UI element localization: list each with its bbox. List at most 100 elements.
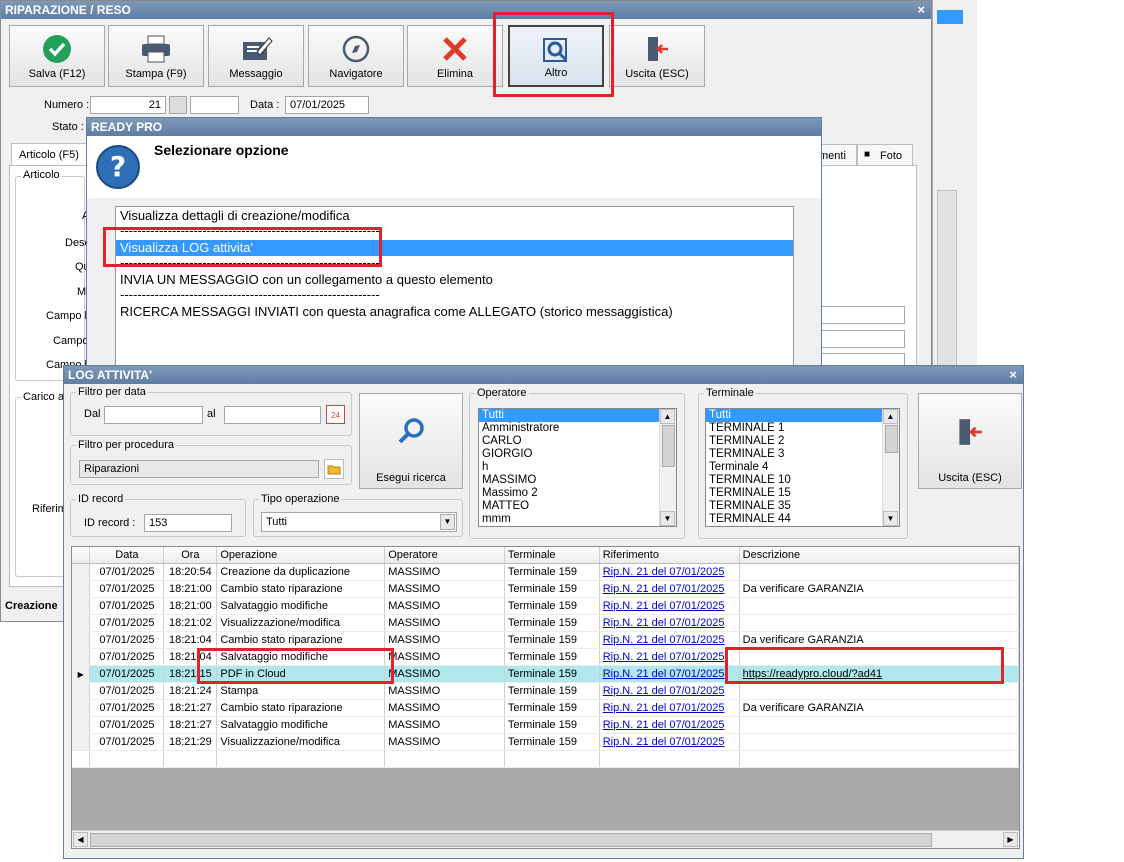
cell-riferimento[interactable]: Rip.N. 21 del 07/01/2025 — [599, 631, 740, 649]
cell-riferimento[interactable]: Rip.N. 21 del 07/01/2025 — [599, 699, 740, 717]
operator-item[interactable]: GIORGIO — [479, 448, 676, 461]
scroll-left-icon[interactable]: ◀ — [73, 832, 88, 847]
row-indicator[interactable] — [72, 716, 91, 734]
tab-foto[interactable]: ■ Foto — [857, 144, 913, 167]
table-row[interactable]: 07/01/2025 18:21:04 Cambio stato riparazio… — [72, 631, 1019, 649]
scroll-up-icon[interactable]: ▲ — [883, 409, 898, 424]
operator-item[interactable]: CARLO — [479, 435, 676, 448]
cell-riferimento[interactable]: Rip.N. 21 del 07/01/2025 — [599, 733, 740, 751]
procedure-field[interactable]: Riparazioni — [79, 460, 319, 478]
operator-item[interactable]: mmm — [479, 513, 676, 526]
table-row[interactable]: 07/01/2025 18:21:29 Visualizzazione/modifi… — [72, 733, 1019, 751]
column-header-terminale[interactable]: Terminale — [504, 547, 600, 564]
terminal-item[interactable]: Terminale 4 — [706, 461, 899, 474]
row-indicator[interactable] — [72, 699, 91, 717]
cell-riferimento[interactable]: Rip.N. 21 del 07/01/2025 — [599, 716, 740, 734]
data-field[interactable]: 07/01/2025 — [285, 96, 369, 114]
scroll-up-icon[interactable]: ▲ — [660, 409, 675, 424]
operator-item[interactable]: Amministratore — [479, 422, 676, 435]
terminal-item[interactable]: TERMINALE 44 — [706, 513, 899, 526]
calendar-icon[interactable]: 24 — [326, 405, 345, 424]
terminal-item[interactable]: TERMINALE 2 — [706, 435, 899, 448]
print-button[interactable]: Stampa (F9) — [108, 25, 204, 87]
navigator-button[interactable]: Navigatore — [308, 25, 404, 87]
cell-riferimento[interactable]: Rip.N. 21 del 07/01/2025 — [599, 665, 740, 683]
terminal-scrollbar[interactable]: ▲ ▼ — [882, 409, 899, 526]
operator-item[interactable]: MATTEO — [479, 500, 676, 513]
operator-scrollbar[interactable]: ▲ ▼ — [659, 409, 676, 526]
table-row[interactable]: 07/01/2025 18:20:54 Creazione da duplicazi… — [72, 563, 1019, 581]
terminal-item[interactable]: TERMINALE 3 — [706, 448, 899, 461]
campo-field-2[interactable] — [819, 330, 905, 348]
cell-riferimento[interactable]: Rip.N. 21 del 07/01/2025 — [599, 648, 740, 666]
close-icon[interactable]: × — [1009, 366, 1017, 384]
operator-item[interactable]: h — [479, 461, 676, 474]
close-icon[interactable]: × — [917, 1, 925, 19]
folder-icon[interactable] — [324, 459, 344, 479]
terminal-item[interactable]: TERMINALE 1 — [706, 422, 899, 435]
horizontal-scrollbar[interactable]: ◀ ▶ — [72, 830, 1019, 848]
scroll-thumb[interactable] — [885, 425, 898, 453]
operator-item[interactable]: Massimo 2 — [479, 487, 676, 500]
row-indicator[interactable] — [72, 682, 91, 700]
operator-list[interactable]: Tutti Amministratore CARLO GIORGIO h MAS… — [478, 408, 677, 527]
row-indicator[interactable] — [72, 614, 91, 632]
column-header-ora[interactable]: Ora — [163, 547, 218, 564]
terminal-item[interactable]: TERMINALE 15 — [706, 487, 899, 500]
table-row[interactable]: 07/01/2025 18:21:24 Stampa MASSIMO Terminale… — [72, 682, 1019, 700]
exit-button[interactable]: Uscita (ESC) — [609, 25, 705, 87]
terminal-list[interactable]: Tutti TERMINALE 1 TERMINALE 2 TERMINALE … — [705, 408, 900, 527]
message-button[interactable]: Messaggio — [208, 25, 304, 87]
campo-field-1[interactable] — [819, 306, 905, 324]
search-button[interactable]: Esegui ricerca — [359, 393, 463, 489]
column-header-descrizione[interactable]: Descrizione — [739, 547, 1019, 564]
option-message[interactable]: INVIA UN MESSAGGIO con un collegamento a… — [116, 272, 793, 288]
numero-lookup-button[interactable] — [169, 96, 187, 114]
scroll-thumb[interactable] — [662, 425, 675, 467]
table-row[interactable]: 07/01/2025 18:21:00 Cambio stato riparazio… — [72, 580, 1019, 598]
scroll-right-icon[interactable]: ▶ — [1003, 832, 1018, 847]
chevron-down-icon[interactable]: ▼ — [440, 514, 455, 530]
cell-riferimento[interactable]: Rip.N. 21 del 07/01/2025 — [599, 682, 740, 700]
row-indicator[interactable]: ▶ — [72, 665, 91, 683]
cell-riferimento[interactable]: Rip.N. 21 del 07/01/2025 — [599, 597, 740, 615]
cell-riferimento[interactable]: Rip.N. 21 del 07/01/2025 — [599, 580, 740, 598]
numero-suffix-field[interactable] — [190, 96, 239, 114]
log-exit-button[interactable]: Uscita (ESC) — [918, 393, 1022, 489]
terminal-item[interactable]: TERMINALE 35 — [706, 500, 899, 513]
table-row[interactable]: 07/01/2025 18:21:00 Salvataggio modifiche M… — [72, 597, 1019, 615]
column-header-operatore[interactable]: Operatore — [384, 547, 505, 564]
numero-field[interactable]: 21 — [90, 96, 166, 114]
cell-riferimento[interactable]: Rip.N. 21 del 07/01/2025 — [599, 614, 740, 632]
table-row[interactable]: 07/01/2025 18:21:02 Visualizzazione/modifi… — [72, 614, 1019, 632]
terminal-item[interactable]: Tutti — [706, 409, 899, 422]
column-header-riferimento[interactable]: Riferimento — [599, 547, 740, 564]
row-indicator[interactable] — [72, 563, 91, 581]
row-indicator[interactable] — [72, 733, 91, 751]
delete-button[interactable]: Elimina — [407, 25, 503, 87]
column-header-operazione[interactable]: Operazione — [216, 547, 386, 564]
background-scrollbar[interactable] — [937, 190, 957, 372]
table-row[interactable]: 07/01/2025 18:21:27 Salvataggio modifiche M… — [72, 716, 1019, 734]
al-field[interactable] — [224, 406, 321, 424]
scroll-down-icon[interactable]: ▼ — [660, 511, 675, 526]
id-record-field[interactable]: 153 — [144, 514, 232, 532]
option-search-messages[interactable]: RICERCA MESSAGGI INVIATI con questa anag… — [116, 304, 793, 320]
terminal-item[interactable]: TERMINALE 10 — [706, 474, 899, 487]
option-details[interactable]: Visualizza dettagli di creazione/modific… — [116, 208, 793, 224]
tab-articolo[interactable]: Articolo (F5) — [11, 143, 87, 166]
table-row[interactable]: 07/01/2025 18:21:27 Cambio stato riparazio… — [72, 699, 1019, 717]
cell-riferimento[interactable]: Rip.N. 21 del 07/01/2025 — [599, 563, 740, 581]
scroll-thumb[interactable] — [90, 833, 932, 847]
save-button[interactable]: Salva (F12) — [9, 25, 105, 87]
column-header-data[interactable]: Data — [89, 547, 165, 564]
dal-field[interactable] — [104, 406, 203, 424]
row-indicator[interactable] — [72, 631, 91, 649]
row-indicator[interactable] — [72, 580, 91, 598]
operator-item[interactable]: MASSIMO — [479, 474, 676, 487]
row-indicator[interactable] — [72, 597, 91, 615]
operator-item[interactable]: Tutti — [479, 409, 676, 422]
row-indicator[interactable] — [72, 648, 91, 666]
operation-type-select[interactable]: Tutti ▼ — [261, 512, 457, 532]
scroll-down-icon[interactable]: ▼ — [883, 511, 898, 526]
